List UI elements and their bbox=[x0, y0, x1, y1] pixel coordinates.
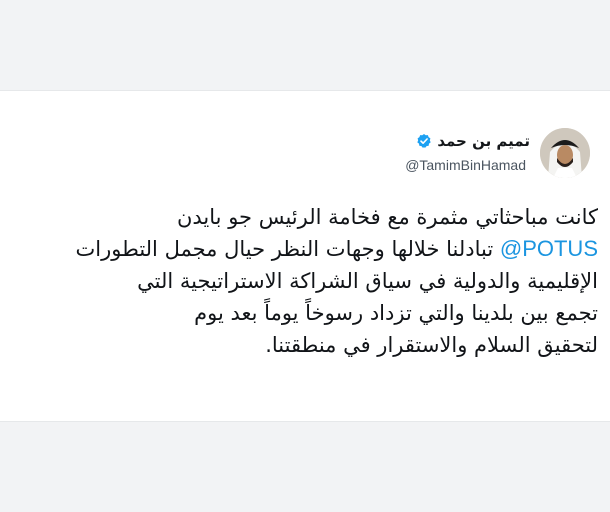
tweet-line-1: كانت مباحثاتي مثمرة مع فخامة الرئيس جو ب… bbox=[176, 205, 598, 229]
tweet-line-2: @POTUS تبادلنا خلالها وجهات النظر حيال م… bbox=[8, 233, 599, 265]
author-name-row: تميم بن حمد bbox=[416, 132, 530, 150]
tweet-card: تميم بن حمد @TamimBinHamad كانت مباحثاتي… bbox=[0, 90, 610, 422]
display-name[interactable]: تميم بن حمد bbox=[437, 132, 530, 150]
avatar-image bbox=[540, 128, 590, 178]
verified-badge-icon bbox=[416, 133, 432, 149]
mention-link[interactable]: @POTUS bbox=[500, 236, 598, 261]
tweet-line-5: لتحقيق السلام والاستقرار في منطقتنا. bbox=[265, 333, 598, 357]
tweet-line-4: تجمع بين بلدينا والتي تزداد رسوخاً يوماً… bbox=[194, 301, 598, 325]
tweet-line-3: الإقليمية والدولية في سياق الشراكة الاست… bbox=[137, 269, 598, 293]
avatar[interactable] bbox=[540, 128, 590, 178]
tweet-line-2-text: تبادلنا خلالها وجهات النظر حيال مجمل الت… bbox=[75, 237, 494, 261]
tweet-text: كانت مباحثاتي مثمرة مع فخامة الرئيس جو ب… bbox=[8, 201, 599, 361]
author-handle[interactable]: @TamimBinHamad bbox=[405, 157, 526, 173]
